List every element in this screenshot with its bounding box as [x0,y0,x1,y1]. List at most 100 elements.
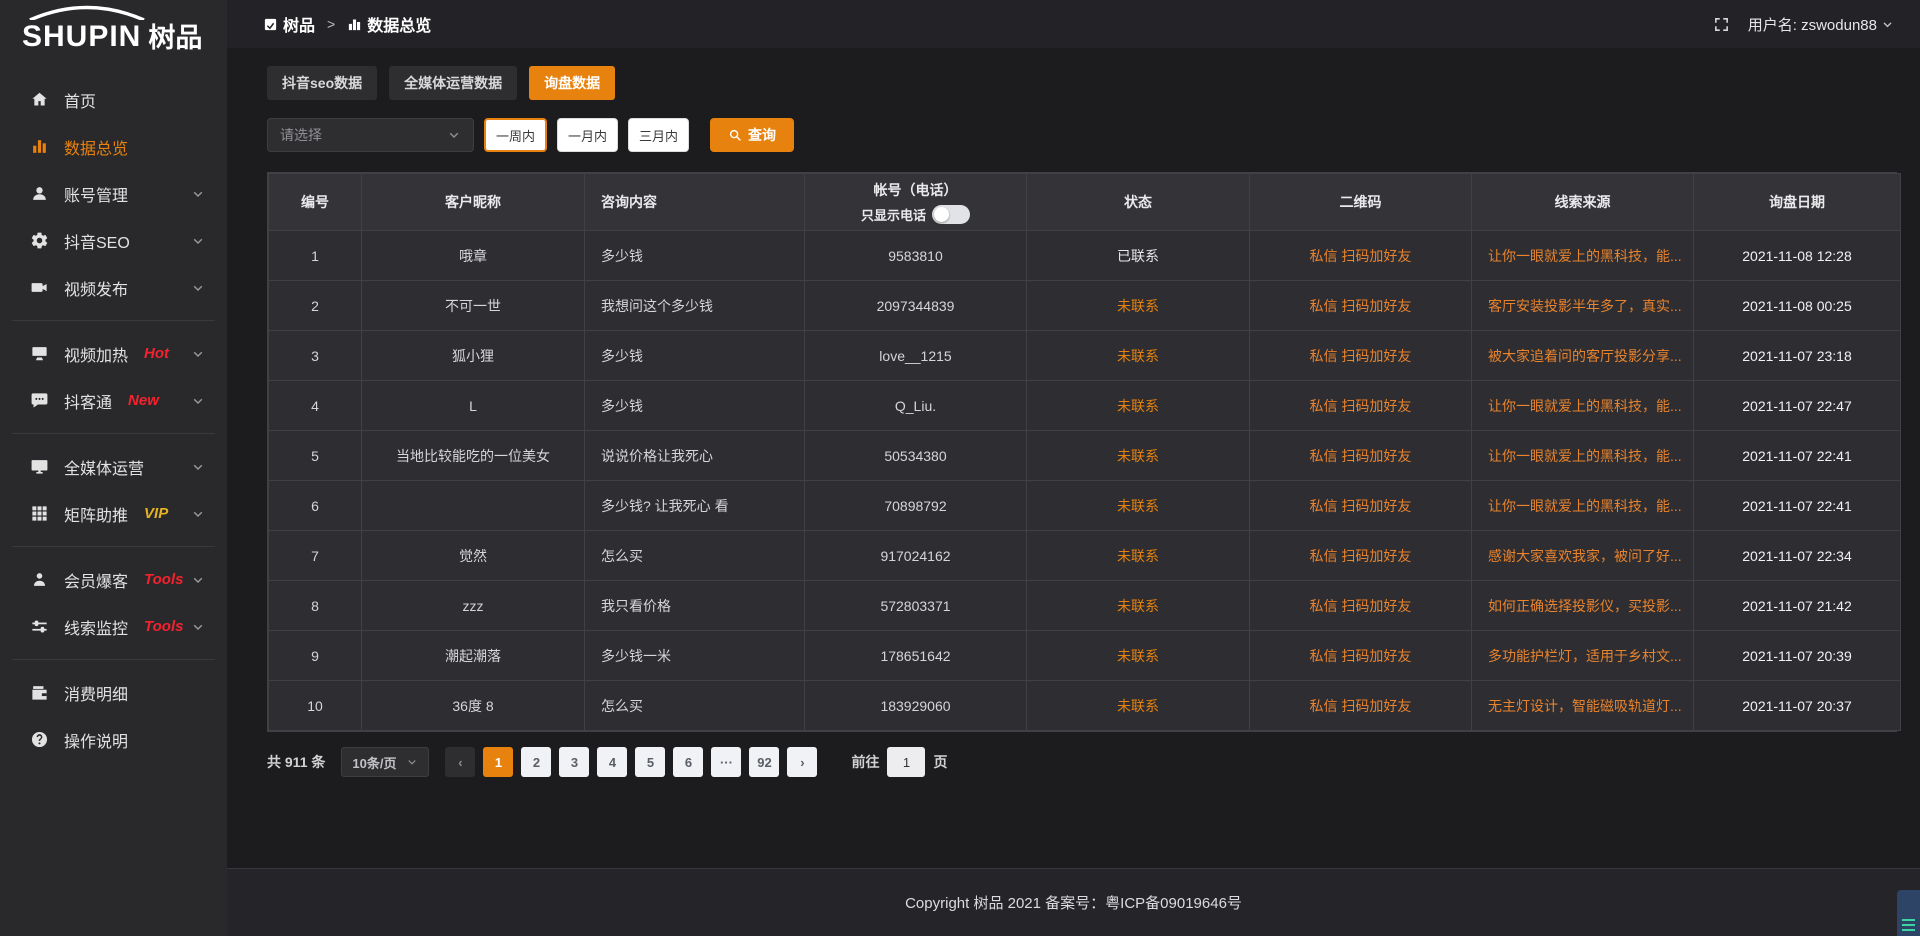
chevron-down-icon [447,128,461,142]
cell-no: 7 [269,531,362,581]
cell-status: 未联系 [1027,381,1250,431]
qr-links[interactable]: 私信 扫码加好友 [1310,498,1412,514]
qr-links[interactable]: 私信 扫码加好友 [1310,348,1412,364]
account-select[interactable]: 请选择 [267,118,474,152]
tab-douyin-seo-data[interactable]: 抖音seo数据 [267,66,377,100]
sidebar-item-label: 视频加热 [64,342,128,366]
chevron-down-icon [191,234,205,248]
period-three-months[interactable]: 三月内 [628,118,689,152]
cell-account: 70898792 [805,481,1027,531]
source-link[interactable]: 让你一眼就爱上的黑科技，能... [1488,248,1682,264]
table-row: 7觉然怎么买917024162未联系私信 扫码加好友感谢大家喜欢我家，被问了好.… [269,531,1901,581]
period-one-week[interactable]: 一周内 [484,118,547,152]
footer: Copyright 树品 2021 备案号：粤ICP备09019646号 [227,868,1920,936]
source-link[interactable]: 被大家追着问的客厅投影分享... [1488,348,1682,364]
sidebar-item-clue-monitor[interactable]: 线索监控Tools [0,603,227,650]
cell-status: 未联系 [1027,531,1250,581]
tab-media-operation-data[interactable]: 全媒体运营数据 [389,66,517,100]
page-ellipsis[interactable]: ··· [711,747,741,777]
sidebar-item-consumption-detail[interactable]: 消费明细 [0,669,227,716]
phone-toggle-label: 只显示电话 [861,205,926,224]
page-button-3[interactable]: 3 [559,747,589,777]
wallet-icon [30,683,49,702]
search-button-label: 查询 [748,125,776,145]
video-icon [30,278,49,297]
sidebar-item-video-heating[interactable]: 视频加热Hot [0,330,227,377]
cell-date: 2021-11-07 21:42 [1694,581,1901,631]
goto-page-input[interactable] [887,747,925,777]
qr-links[interactable]: 私信 扫码加好友 [1310,548,1412,564]
cell-status: 未联系 [1027,331,1250,381]
source-link[interactable]: 让你一眼就爱上的黑科技，能... [1488,448,1682,464]
breadcrumb-root[interactable]: 树品 [263,12,315,36]
page-button-4[interactable]: 4 [597,747,627,777]
cell-account: 9583810 [805,231,1027,281]
period-one-month[interactable]: 一月内 [557,118,618,152]
tab-inquiry-data[interactable]: 询盘数据 [529,66,615,100]
source-link[interactable]: 感谢大家喜欢我家，被问了好... [1488,548,1682,564]
cell-account: 2097344839 [805,281,1027,331]
cell-status: 未联系 [1027,431,1250,481]
page-button-2[interactable]: 2 [521,747,551,777]
sidebar-item-label: 矩阵助推 [64,502,128,526]
sidebar-item-home[interactable]: 首页 [0,76,227,123]
status-badge: 未联系 [1117,298,1159,314]
badge-vip: VIP [144,505,168,522]
period-buttons: 一周内一月内三月内 [484,118,699,152]
total-count-label: 共 911 条 [267,752,325,772]
sidebar-item-operation-guide[interactable]: 操作说明 [0,716,227,763]
cell-date: 2021-11-07 23:18 [1694,331,1901,381]
sidebar-divider [12,433,215,434]
next-page-button[interactable]: › [787,747,817,777]
source-link[interactable]: 多功能护栏灯，适用于乡村文... [1488,648,1682,664]
column-header: 客户昵称 [362,174,585,231]
chart-icon [30,137,49,156]
brand-logo[interactable]: SHUPIN 树品 [0,0,227,62]
pagination: 共 911 条 10条/页 ‹ 123456···92 › 前往 页 [267,747,1897,777]
sidebar-item-data-overview[interactable]: 数据总览 [0,123,227,170]
sidebar-item-account-management[interactable]: 账号管理 [0,170,227,217]
qr-links[interactable]: 私信 扫码加好友 [1310,398,1412,414]
floating-widget[interactable] [1897,890,1920,936]
page-button-1[interactable]: 1 [483,747,513,777]
cell-no: 8 [269,581,362,631]
chevron-down-icon [191,620,205,634]
prev-page-button[interactable]: ‹ [445,747,475,777]
member-icon [30,570,49,589]
source-link[interactable]: 如何正确选择投影仪，买投影... [1488,598,1682,614]
sidebar-item-douyin-seo[interactable]: 抖音SEO [0,217,227,264]
source-link[interactable]: 客厅安装投影半年多了，真实... [1488,298,1682,314]
page-button-92[interactable]: 92 [749,747,779,777]
sidebar-item-douketong[interactable]: 抖客通New [0,377,227,424]
fullscreen-icon[interactable] [1713,16,1730,33]
page-button-5[interactable]: 5 [635,747,665,777]
cell-date: 2021-11-07 22:41 [1694,481,1901,531]
sidebar-item-media-operation[interactable]: 全媒体运营 [0,443,227,490]
source-link[interactable]: 无主灯设计，智能磁吸轨道灯... [1488,698,1682,714]
sidebar-item-matrix-boost[interactable]: 矩阵助推 VIP [0,490,227,537]
cell-content: 怎么买 [585,531,805,581]
qr-links[interactable]: 私信 扫码加好友 [1310,698,1412,714]
page-button-6[interactable]: 6 [673,747,703,777]
qr-links[interactable]: 私信 扫码加好友 [1310,448,1412,464]
qr-links[interactable]: 私信 扫码加好友 [1310,298,1412,314]
search-button[interactable]: 查询 [710,118,794,152]
topbar: 树品 > 数据总览 用户名: zswodun88 [227,0,1920,48]
user-menu[interactable]: 用户名: zswodun88 [1748,14,1894,35]
page-size-select[interactable]: 10条/页 [341,747,429,777]
cell-account: 917024162 [805,531,1027,581]
page-buttons: 123456 ··· 92 [483,747,779,777]
sidebar-item-label: 视频发布 [64,276,128,300]
qr-links[interactable]: 私信 扫码加好友 [1310,648,1412,664]
table-row: 3狐小狸多少钱love__1215未联系私信 扫码加好友被大家追着问的客厅投影分… [269,331,1901,381]
qr-links[interactable]: 私信 扫码加好友 [1310,598,1412,614]
qr-links[interactable]: 私信 扫码加好友 [1310,248,1412,264]
source-link[interactable]: 让你一眼就爱上的黑科技，能... [1488,498,1682,514]
sidebar-item-video-publish[interactable]: 视频发布 [0,264,227,311]
sidebar-item-member-baoke[interactable]: 会员爆客Tools [0,556,227,603]
source-link[interactable]: 让你一眼就爱上的黑科技，能... [1488,398,1682,414]
table-row: 8zzz我只看价格572803371未联系私信 扫码加好友如何正确选择投影仪，买… [269,581,1901,631]
breadcrumb-root-label: 树品 [283,12,315,36]
cell-source: 无主灯设计，智能磁吸轨道灯... [1472,681,1694,731]
phone-only-toggle[interactable] [932,205,970,224]
